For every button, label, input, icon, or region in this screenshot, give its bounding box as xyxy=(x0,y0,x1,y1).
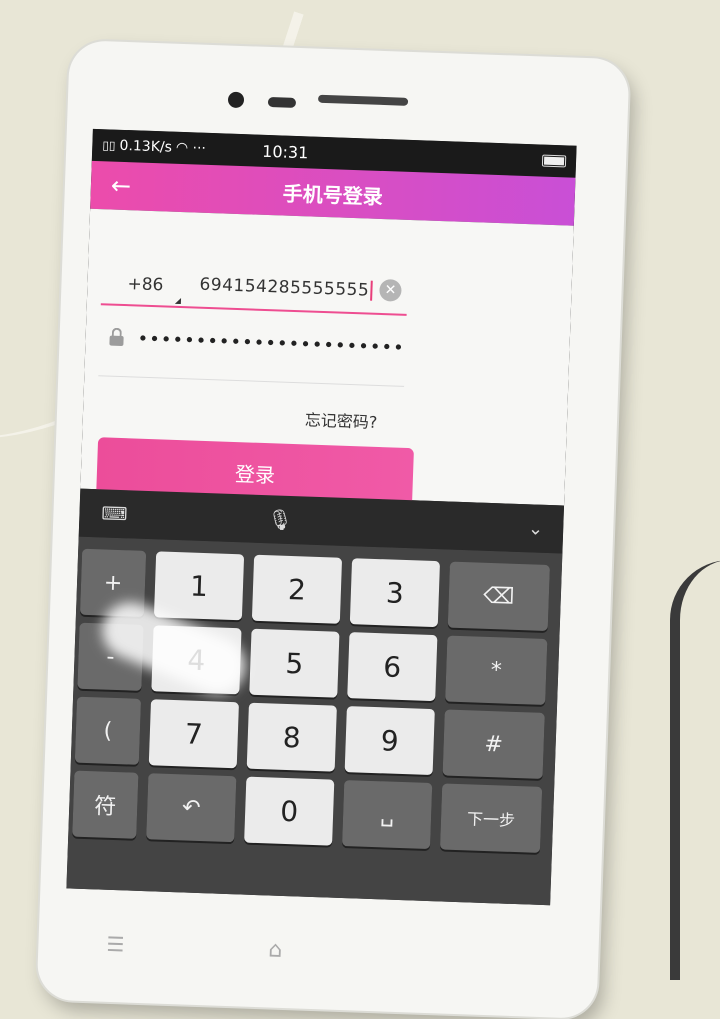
home-key-icon[interactable]: ⌂ xyxy=(268,937,283,962)
back-arrow-icon[interactable]: ← xyxy=(110,172,131,201)
phone-number-value: 694154285555555 xyxy=(199,274,370,301)
country-code-dropdown-icon[interactable] xyxy=(174,297,182,305)
key-8[interactable]: 8 xyxy=(246,702,337,772)
key-undo[interactable]: ↶ xyxy=(146,773,237,843)
key-6[interactable]: 6 xyxy=(347,632,438,702)
proximity-sensor xyxy=(267,96,297,108)
front-camera xyxy=(227,91,245,109)
login-form: +86 694154285555555 ✕ ••••••••••••••••••… xyxy=(80,208,574,509)
country-code-selector[interactable]: +86 xyxy=(127,274,164,295)
key-space[interactable]: ␣ xyxy=(342,780,433,850)
key-asterisk[interactable]: * xyxy=(445,635,548,705)
network-speed: 0.13K/s xyxy=(119,137,173,156)
password-input-underline xyxy=(98,375,405,387)
keyboard-switch-icon[interactable]: ⌨ xyxy=(101,503,128,525)
clear-input-icon[interactable]: ✕ xyxy=(379,278,402,302)
earpiece-speaker xyxy=(317,94,409,106)
key-hash[interactable]: # xyxy=(442,709,545,779)
black-cable xyxy=(670,560,720,980)
key-2[interactable]: 2 xyxy=(251,554,343,624)
lock-icon xyxy=(109,335,124,347)
key-7[interactable]: 7 xyxy=(148,699,239,769)
menu-key-icon[interactable]: ☰ xyxy=(106,932,125,957)
phone-input-underline xyxy=(100,303,407,316)
key-3[interactable]: 3 xyxy=(349,558,441,628)
key-0[interactable]: 0 xyxy=(244,776,335,846)
wifi-icon: ◠ ··· xyxy=(175,139,207,157)
microphone-icon[interactable]: 🎙 xyxy=(267,507,293,532)
key-symbols[interactable]: 符 xyxy=(72,770,139,839)
phone-number-input[interactable]: 694154285555555 xyxy=(199,274,373,301)
sim-icon: ▯▯ xyxy=(102,138,116,153)
key-paren[interactable]: ( xyxy=(74,696,142,765)
status-time: 10:31 xyxy=(261,141,309,162)
text-caret xyxy=(369,280,373,301)
screen: ▯▯ 0.13K/s ◠ ··· 10:31 ← 手机号登录 +86 69415… xyxy=(66,128,577,906)
page-title: 手机号登录 xyxy=(282,181,384,209)
phone-body: ▯▯ 0.13K/s ◠ ··· 10:31 ← 手机号登录 +86 69415… xyxy=(36,40,630,1019)
key-9[interactable]: 9 xyxy=(344,706,435,776)
hide-keyboard-icon[interactable]: ⌄ xyxy=(528,518,544,540)
key-backspace[interactable]: ⌫ xyxy=(447,561,550,632)
key-next[interactable]: 下一步 xyxy=(439,783,543,853)
forgot-password-link[interactable]: 忘记密码? xyxy=(305,406,378,433)
key-1[interactable]: 1 xyxy=(153,551,245,621)
numeric-keyboard: + - ( 符 1 2 3 4 5 6 7 8 9 ↶ 0 ␣ ⌫ * # 下一… xyxy=(66,536,563,906)
key-5[interactable]: 5 xyxy=(249,628,340,698)
battery-icon xyxy=(541,154,567,168)
password-input[interactable]: ••••••••••••••••••••••• xyxy=(137,329,405,359)
